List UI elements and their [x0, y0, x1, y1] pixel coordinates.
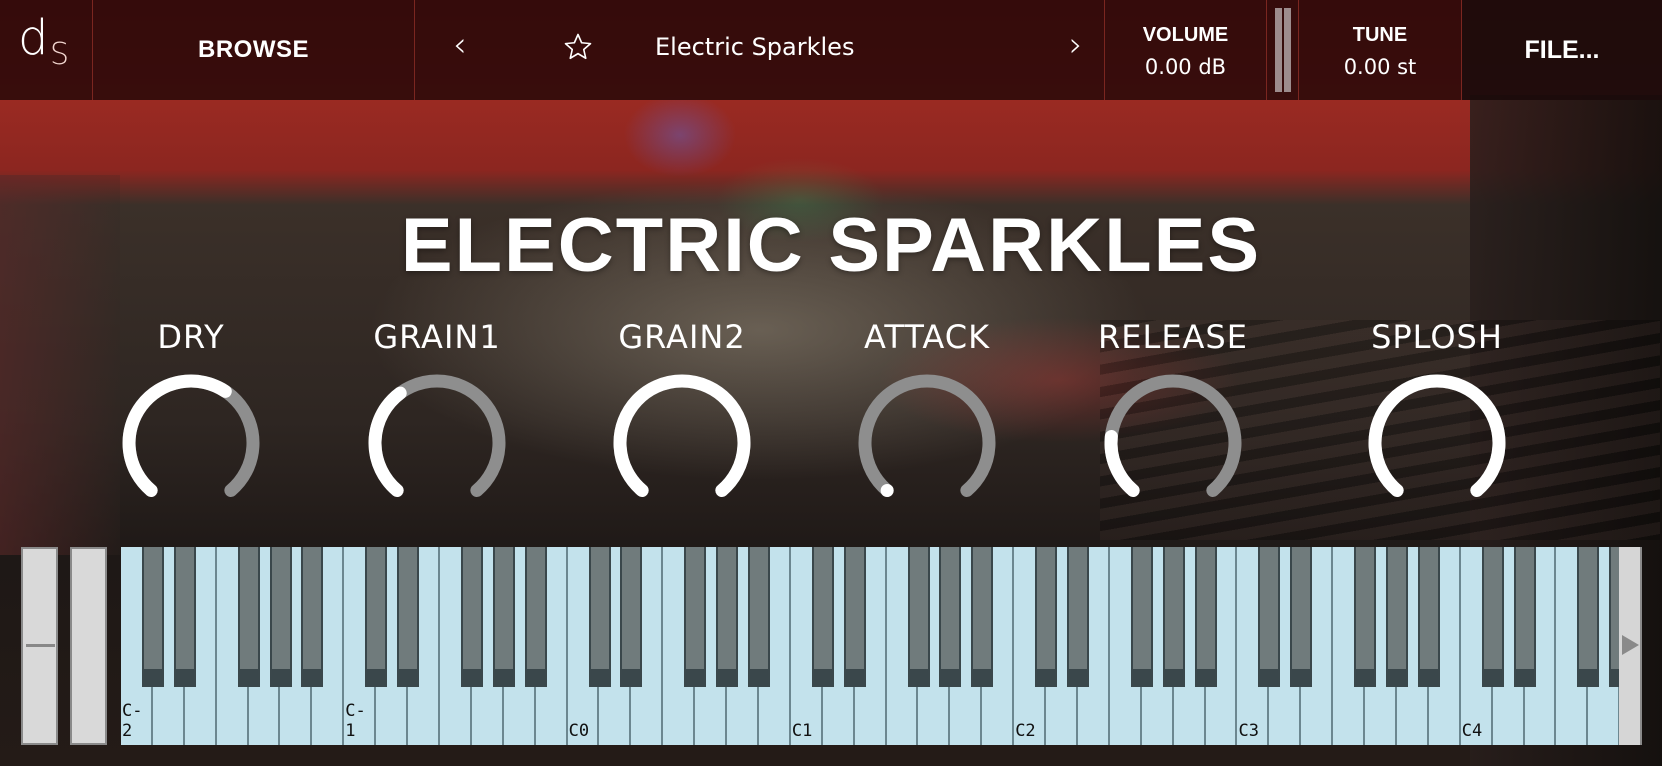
knob-dial[interactable]	[116, 368, 266, 508]
black-key[interactable]	[1130, 547, 1153, 687]
browse-button[interactable]: BROWSE	[93, 0, 415, 100]
triangle-right-icon[interactable]	[1622, 635, 1639, 655]
black-key[interactable]	[1290, 547, 1313, 687]
black-key[interactable]	[748, 547, 770, 687]
black-key[interactable]	[843, 547, 866, 687]
black-key[interactable]	[141, 547, 164, 687]
preset-selector: ‹ Electric Sparkles ›	[415, 0, 1105, 100]
knob-value-arc	[122, 374, 232, 497]
black-key[interactable]	[365, 547, 388, 687]
tune-value[interactable]: 0.00 st	[1344, 55, 1417, 79]
black-key[interactable]	[269, 547, 292, 687]
knob-track	[858, 374, 996, 497]
octave-label: C2	[1015, 721, 1036, 741]
chevron-right-icon[interactable]: ›	[1069, 28, 1083, 62]
knob-value-arc	[1368, 374, 1506, 497]
black-key[interactable]	[492, 547, 515, 687]
chevron-left-icon[interactable]: ‹	[453, 28, 467, 62]
black-key[interactable]	[1386, 547, 1408, 687]
knob-release[interactable]: RELEASE	[1088, 318, 1258, 508]
piano-keyboard[interactable]: C-2 C-1 C0 C1 C2 C3 C4	[121, 547, 1619, 745]
knob-grain2[interactable]: GRAIN2	[597, 318, 767, 508]
knob-track	[1104, 374, 1242, 497]
tune-label: TUNE	[1352, 23, 1408, 46]
knob-attack[interactable]: ATTACK	[842, 318, 1012, 508]
file-menu-button[interactable]: FILE...	[1462, 0, 1662, 100]
knob-label: GRAIN1	[373, 318, 501, 356]
black-key[interactable]	[1513, 547, 1536, 687]
black-key[interactable]	[173, 547, 196, 687]
knob-label: RELEASE	[1098, 318, 1248, 356]
black-key[interactable]	[1577, 547, 1600, 687]
knob-dial[interactable]	[1098, 368, 1248, 508]
knob-grain1[interactable]: GRAIN1	[352, 318, 522, 508]
knob-dial[interactable]	[362, 368, 512, 508]
keyboard-scroll-right[interactable]	[1619, 547, 1642, 745]
black-key[interactable]	[1417, 547, 1440, 687]
octave-label: C-2	[122, 701, 143, 741]
knob-dry[interactable]: DRY	[106, 318, 276, 508]
black-key[interactable]	[1354, 547, 1377, 687]
knob-label: DRY	[157, 318, 225, 356]
black-key[interactable]	[460, 547, 483, 687]
pitch-wheel-center-mark	[26, 644, 55, 647]
octave-label: C0	[568, 721, 590, 741]
knob-label: ATTACK	[863, 318, 991, 356]
knob-dial[interactable]	[1362, 368, 1512, 508]
star-outline-icon[interactable]	[563, 32, 593, 62]
knob-label: SPLOSH	[1371, 318, 1503, 356]
octave-label: C1	[791, 721, 813, 741]
black-key[interactable]	[684, 547, 707, 687]
pitch-wheel[interactable]	[21, 547, 58, 745]
level-meter	[1267, 0, 1299, 100]
knob-value-arc	[1104, 430, 1140, 497]
black-key[interactable]	[301, 547, 324, 687]
mod-wheel[interactable]	[70, 547, 107, 745]
level-meter-left	[1275, 8, 1282, 92]
instrument-title: ELECTRIC SPARKLES	[400, 203, 1262, 288]
black-key[interactable]	[811, 547, 834, 687]
tune-control[interactable]: TUNE 0.00 st	[1299, 0, 1462, 100]
logo-s: S	[50, 37, 70, 72]
volume-control[interactable]: VOLUME 0.00 dB	[1105, 0, 1267, 100]
octave-label: C-1	[345, 701, 366, 741]
top-bar: d S BROWSE ‹ Electric Sparkles › VOLUME …	[0, 0, 1662, 100]
logo-d: d	[18, 10, 49, 66]
knob-dial[interactable]	[852, 368, 1002, 508]
knob-value-arc	[368, 386, 407, 497]
black-key[interactable]	[907, 547, 930, 687]
preset-name[interactable]: Electric Sparkles	[655, 33, 854, 61]
black-key[interactable]	[1258, 547, 1281, 687]
volume-label: VOLUME	[1142, 23, 1229, 46]
black-key[interactable]	[1035, 547, 1058, 687]
logo[interactable]: d S	[0, 0, 93, 100]
knob-splosh[interactable]: SPLOSH	[1352, 318, 1522, 508]
black-key[interactable]	[971, 547, 994, 687]
black-key[interactable]	[1162, 547, 1185, 687]
black-key[interactable]	[237, 547, 260, 687]
octave-label: C4	[1461, 721, 1483, 741]
knob-dial[interactable]	[607, 368, 757, 508]
black-key[interactable]	[716, 547, 739, 687]
knob-value-arc	[613, 374, 751, 497]
black-key[interactable]	[397, 547, 420, 687]
black-key[interactable]	[1609, 547, 1619, 687]
volume-value[interactable]: 0.00 dB	[1145, 55, 1226, 79]
black-key[interactable]	[620, 547, 643, 687]
black-key[interactable]	[1194, 547, 1217, 687]
black-key[interactable]	[1067, 547, 1089, 687]
octave-label: C3	[1238, 721, 1259, 741]
black-key[interactable]	[524, 547, 547, 687]
knob-label: GRAIN2	[618, 318, 746, 356]
black-key[interactable]	[588, 547, 611, 687]
black-key[interactable]	[1481, 547, 1504, 687]
black-key[interactable]	[939, 547, 962, 687]
level-meter-right	[1284, 8, 1291, 92]
